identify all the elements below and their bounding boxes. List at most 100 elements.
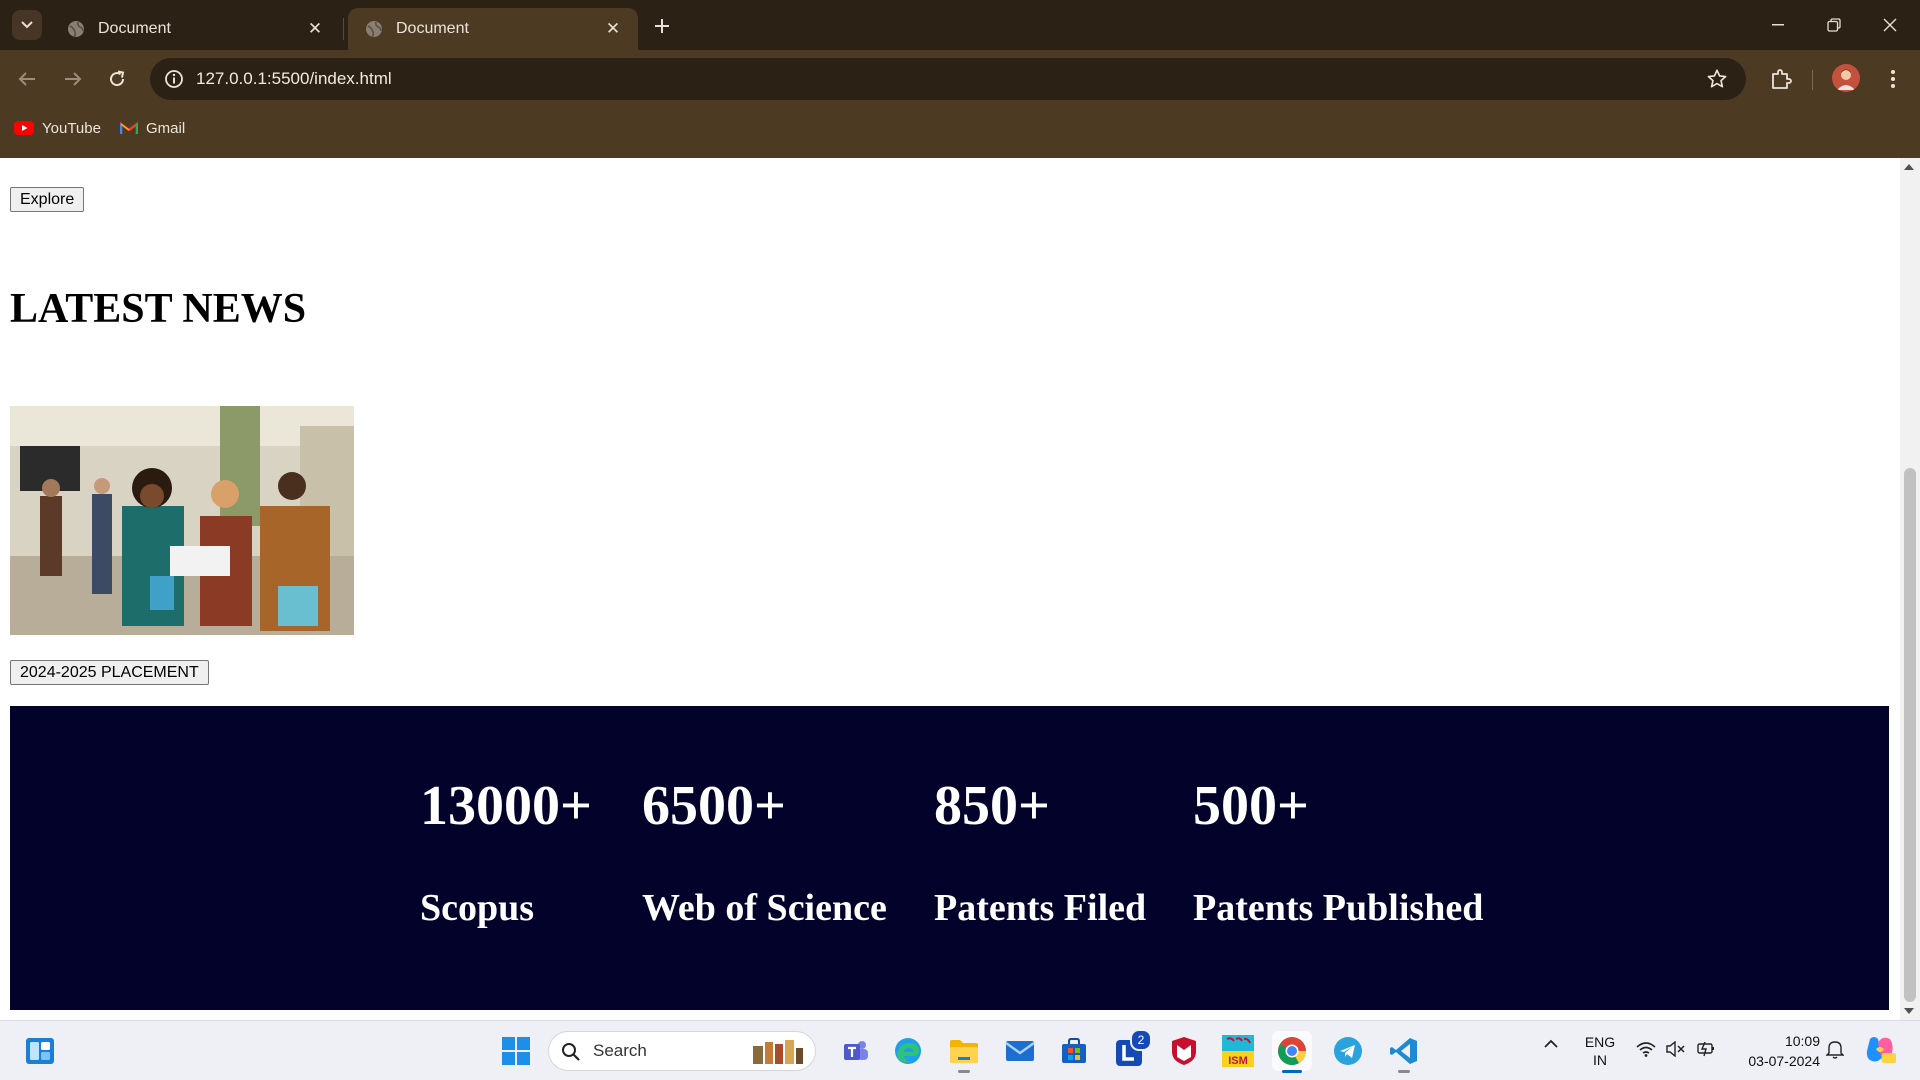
telegram-icon [1334,1037,1362,1065]
start-button[interactable] [496,1031,536,1071]
bookmark-label: YouTube [42,119,101,137]
copilot-button[interactable] [1864,1035,1896,1065]
bookmark-star-icon[interactable] [1706,68,1728,90]
profile-avatar[interactable] [1832,64,1860,92]
wifi-icon [1636,1042,1656,1057]
close-icon [1883,18,1897,32]
running-indicator [1282,1070,1302,1073]
copilot-icon [1866,1037,1896,1063]
arrow-right-icon [65,72,82,86]
plus-icon [655,19,669,33]
vscode-icon [1390,1038,1417,1064]
stat-value: 500+ [1193,775,1309,837]
stat-label: Web of Science [642,887,887,929]
show-hidden-icons-button[interactable] [1544,1039,1558,1049]
close-icon[interactable]: ✕ [304,18,326,40]
system-clock[interactable]: 10:09 03-07-2024 [1748,1031,1820,1071]
tab-title: Document [98,20,171,37]
search-icon [562,1043,580,1061]
ism-icon-text: ISM [1228,1055,1248,1067]
tab-search-button[interactable] [12,10,42,40]
telegram-button[interactable] [1328,1031,1368,1071]
wifi-status[interactable] [1636,1041,1656,1057]
mcafee-icon [1172,1037,1196,1065]
windows-taskbar: Search 2 ISM ENG IN 10:09 03-07-2024 [0,1020,1920,1080]
youtube-icon [14,121,34,135]
language-indicator[interactable]: ENG IN [1580,1033,1620,1069]
vscode-button[interactable] [1384,1031,1424,1073]
reload-button[interactable] [100,62,134,96]
browser-tab-2[interactable]: Document ✕ [348,8,638,50]
browser-tab-strip: Document ✕ Document ✕ [0,0,1920,50]
widgets-button[interactable] [20,1031,60,1071]
clock-date: 03-07-2024 [1748,1053,1820,1069]
browser-tab-1[interactable]: Document ✕ [50,8,340,50]
tab-separator [343,18,344,40]
stat-value: 6500+ [642,775,786,837]
bookmark-gmail[interactable]: Gmail [120,115,185,141]
globe-icon [366,21,382,38]
stat-label: Patents Published [1193,887,1484,929]
extensions-button[interactable] [1764,62,1798,96]
bookmark-youtube[interactable]: YouTube [14,115,101,141]
address-bar[interactable]: 127.0.0.1:5500/index.html [150,58,1746,100]
new-tab-button[interactable] [648,12,676,40]
edge-button[interactable] [888,1031,928,1071]
avatar-icon [1832,64,1860,92]
battery-charging-icon [1697,1041,1714,1057]
stat-label: Scopus [420,887,535,929]
scrollbar-thumb[interactable] [1904,468,1916,1002]
close-window-button[interactable] [1862,0,1918,50]
l-app-button[interactable]: 2 [1110,1029,1152,1071]
stat-value: 850+ [934,775,1050,837]
mail-icon [1005,1041,1035,1061]
explore-button[interactable]: Explore [10,187,85,212]
chrome-button[interactable] [1272,1031,1312,1073]
info-icon[interactable] [164,69,184,89]
tab-title: Document [396,20,469,37]
restore-button[interactable] [1806,0,1862,50]
stat-value: 13000+ [420,775,592,837]
more-vertical-icon [1891,70,1895,88]
placement-button[interactable]: 2024-2025 PLACEMENT [10,660,209,685]
windows-start-icon [502,1037,530,1065]
cisco-ism-button[interactable]: ISM [1218,1031,1258,1071]
microsoft-store-icon [1062,1038,1086,1063]
scroll-down-arrow-icon[interactable] [1904,1008,1914,1014]
gmail-icon [120,121,138,134]
toolbar-divider [1812,70,1813,90]
battery-status[interactable] [1696,1040,1716,1058]
microsoft-store-button[interactable] [1054,1031,1094,1071]
teams-icon [844,1041,868,1060]
notifications-button[interactable] [1826,1039,1844,1059]
region-code: IN [1593,1052,1607,1068]
minimize-icon [1772,24,1784,26]
mcafee-button[interactable] [1164,1031,1204,1071]
file-explorer-icon [950,1040,978,1063]
back-button[interactable] [10,62,44,96]
scroll-up-arrow-icon[interactable] [1904,164,1914,170]
taskbar-search[interactable]: Search [548,1031,816,1071]
browser-menu-button[interactable] [1876,62,1910,96]
search-placeholder: Search [593,1041,647,1060]
restore-icon [1827,18,1841,32]
vertical-scrollbar[interactable] [1900,158,1920,1020]
search-highlight-icon [753,1040,803,1064]
cisco-ism-icon: ISM [1222,1035,1254,1067]
url-text[interactable]: 127.0.0.1:5500/index.html [196,58,392,100]
globe-icon [68,21,84,38]
news-image [10,406,354,635]
volume-status[interactable] [1666,1041,1686,1057]
volume-muted-icon [1666,1041,1685,1057]
stats-section: 13000+ Scopus 6500+ Web of Science 850+ … [10,706,1889,1010]
mail-button[interactable] [1000,1031,1040,1071]
close-icon[interactable]: ✕ [602,18,624,40]
page-viewport: Explore LATEST NEWS 2024-2025 PLACEMENT … [0,158,1920,1020]
file-explorer-button[interactable] [944,1031,984,1073]
notification-badge: 2 [1130,1029,1152,1051]
puzzle-icon [1772,69,1792,89]
minimize-button[interactable] [1750,0,1806,50]
forward-button[interactable] [56,62,90,96]
teams-button[interactable] [836,1031,876,1071]
language-code: ENG [1584,1034,1616,1050]
